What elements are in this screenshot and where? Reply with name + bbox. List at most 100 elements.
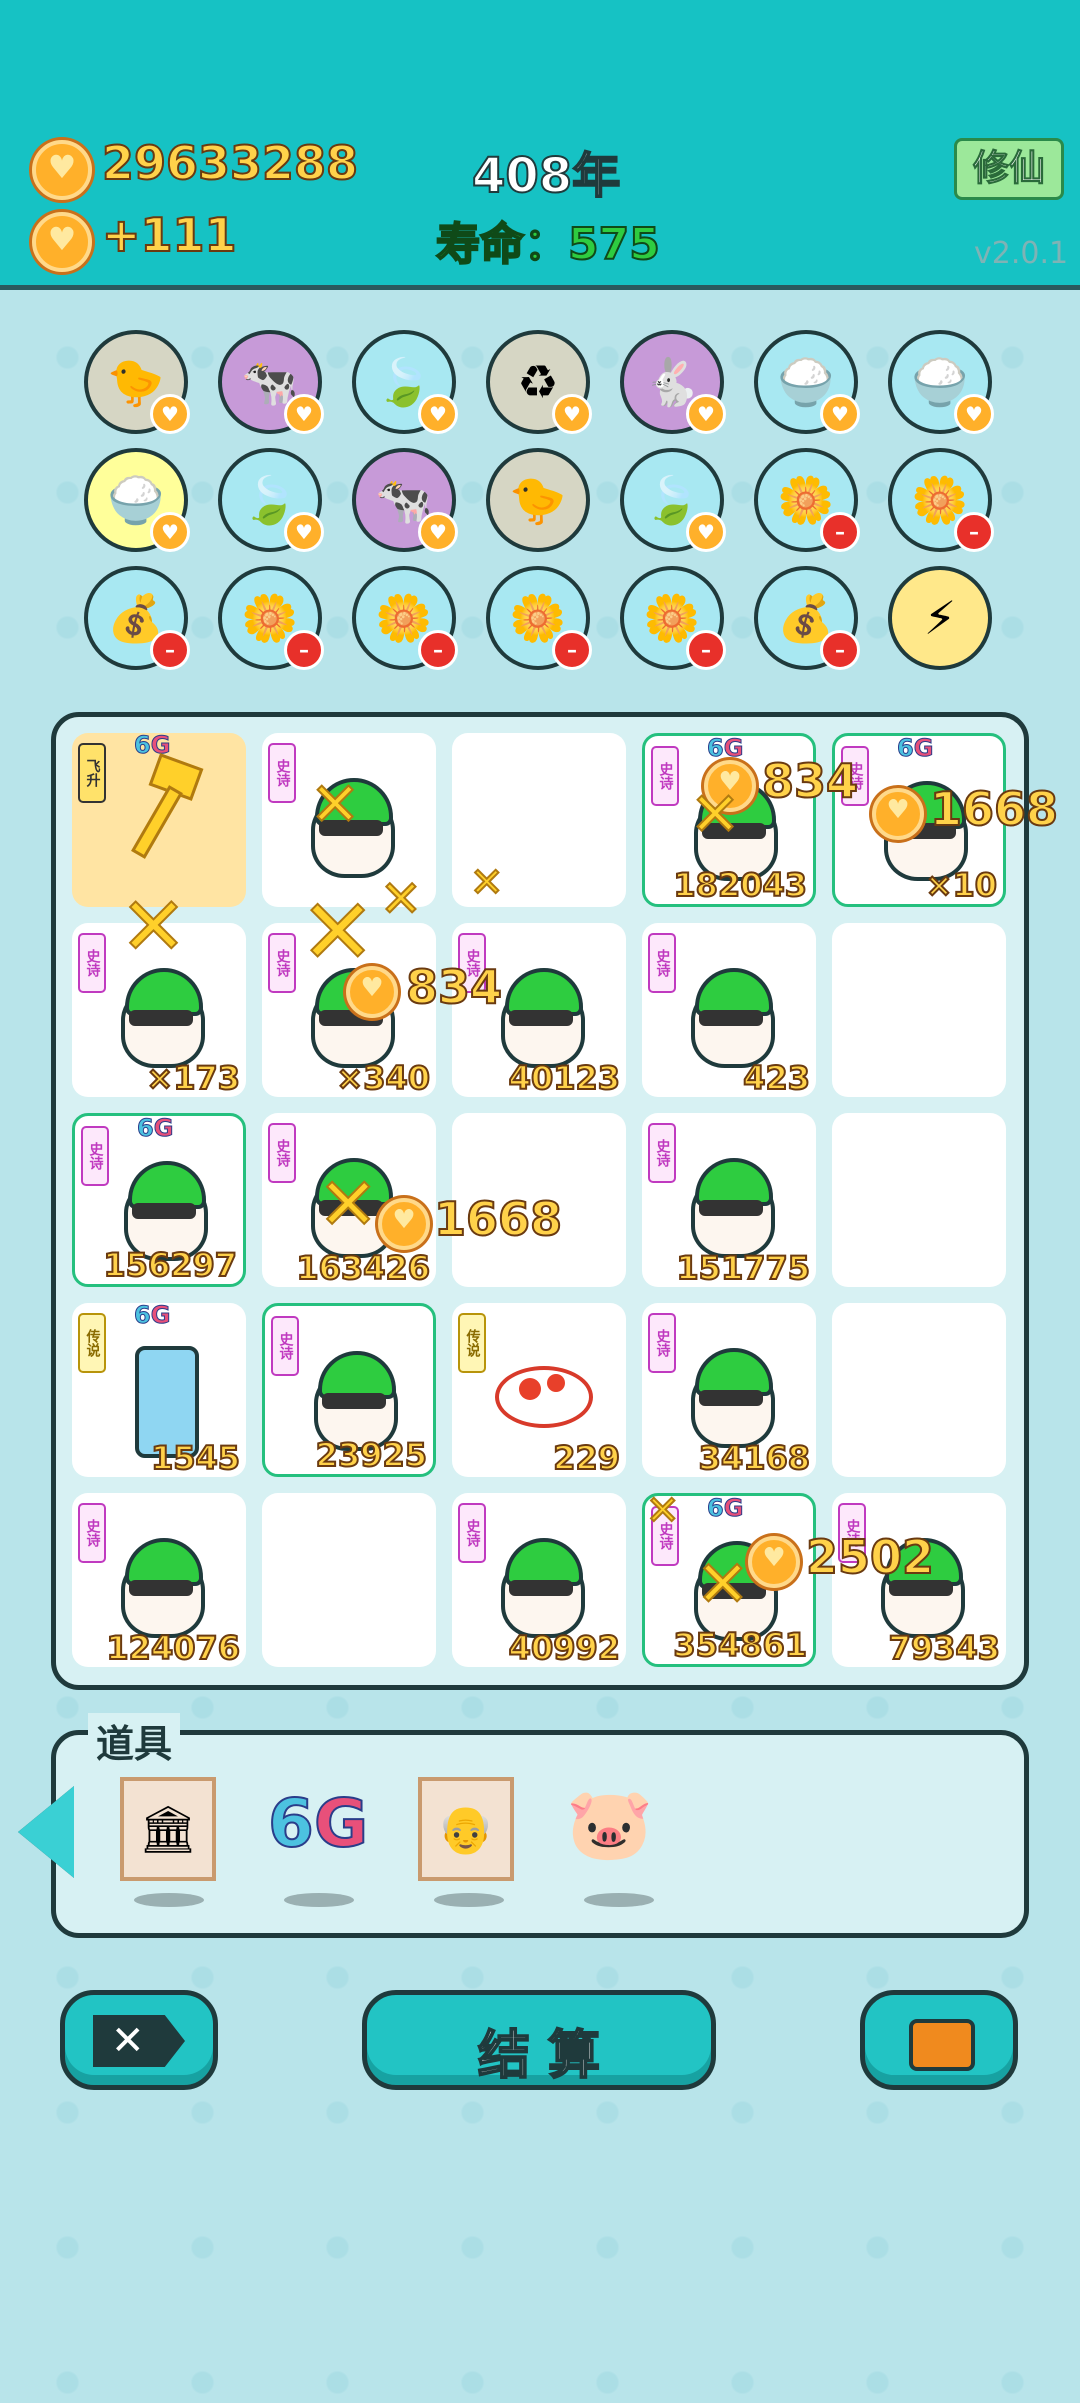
grid-cell[interactable]: 传说 6G 1545 — [72, 1301, 246, 1478]
rarity-tag: 史诗 — [268, 933, 296, 993]
coin-income: +111 — [101, 207, 238, 263]
cows-icon[interactable]: 🐄 ♥ — [352, 448, 458, 552]
float-reward: 834 — [761, 753, 859, 809]
flower-pot-icon[interactable]: 🌼 – — [486, 566, 592, 670]
6g-item[interactable]: 6G — [267, 1784, 369, 1863]
coin-icon — [378, 1198, 430, 1250]
rarity-tag: 传说 — [458, 1313, 486, 1373]
rarity-tag: 史诗 — [651, 746, 679, 806]
rarity-tag: 史诗 — [648, 1313, 676, 1373]
lightning-icon[interactable]: ⚡ — [888, 566, 992, 670]
character-avatar — [679, 958, 779, 1068]
settle-button[interactable]: 结 算 — [362, 1990, 716, 2090]
rarity-tag: 史诗 — [271, 1316, 299, 1376]
money-bag-icon[interactable]: 💰 – — [754, 566, 860, 670]
flower-pot-icon[interactable]: 🌼 – — [218, 566, 324, 670]
elder-portrait-item[interactable]: 👴 — [418, 1777, 514, 1881]
sparkle-effect: ✕ — [689, 779, 741, 851]
empty-grid-cell[interactable] — [262, 1493, 436, 1667]
empty-grid-cell[interactable] — [832, 1113, 1006, 1287]
heart-badge-icon: ♥ — [820, 394, 860, 434]
version-label: v2.0.1 — [974, 236, 1069, 271]
cell-value: 23925 — [315, 1435, 428, 1475]
character-avatar — [489, 958, 589, 1068]
grid-cell[interactable]: 史诗 6G 156297 — [72, 1113, 246, 1287]
props-left-arrow[interactable] — [18, 1786, 74, 1878]
minus-badge-icon: – — [686, 630, 726, 670]
flower-pot-icon[interactable]: 🌼 – — [620, 566, 726, 670]
rarity-tag: 史诗 — [648, 1123, 676, 1183]
6g-badge: 6G — [706, 734, 744, 763]
minus-badge-icon: – — [284, 630, 324, 670]
rarity-tag: 史诗 — [78, 1503, 106, 1563]
grid-cell[interactable]: 史诗 34168 — [642, 1303, 816, 1478]
minus-badge-icon: – — [820, 630, 860, 670]
coin-icon — [872, 788, 924, 840]
cell-value: ×173 — [145, 1058, 241, 1098]
cell-value: 124076 — [105, 1628, 241, 1668]
grid-cell[interactable]: 史诗 124076 — [72, 1493, 246, 1668]
chick-egg-icon[interactable]: 🐤 ♥ — [84, 330, 190, 434]
minus-badge-icon: – — [418, 630, 458, 670]
bag-button[interactable] — [860, 1990, 1018, 2090]
cell-value: 354861 — [672, 1625, 808, 1665]
cell-value: 163426 — [295, 1248, 431, 1288]
heart-badge-icon: ♥ — [418, 512, 458, 552]
minus-badge-icon: – — [954, 512, 994, 552]
rarity-tag: 史诗 — [268, 743, 296, 803]
sparkle-effect: ✕ — [299, 879, 376, 986]
rabbit-icon[interactable]: 🐇 ♥ — [620, 330, 726, 434]
grid-cell[interactable]: 史诗 40992 — [452, 1493, 626, 1668]
briefcase-icon — [909, 2019, 975, 2071]
flower-pot-icon[interactable]: 🌼 – — [352, 566, 458, 670]
cultivation-button[interactable]: 修仙 — [954, 138, 1064, 200]
grid-cell[interactable]: 传说 229 — [452, 1303, 626, 1478]
leaf-icon[interactable]: 🍃 ♥ — [352, 330, 458, 434]
coin-icon — [748, 1536, 800, 1588]
character-avatar — [302, 1341, 402, 1451]
exit-button[interactable]: ✕ — [60, 1990, 218, 2090]
grid-cell[interactable]: 史诗 151775 — [642, 1113, 816, 1288]
piggy-bank-item[interactable]: 🐷 — [566, 1783, 653, 1866]
character-avatar — [489, 1528, 589, 1638]
heart-badge-icon: ♥ — [686, 394, 726, 434]
grid-cell[interactable]: 史诗 23925 — [262, 1303, 436, 1477]
cell-value: 40123 — [508, 1058, 621, 1098]
cell-value: 156297 — [102, 1245, 238, 1285]
cell-value: 79343 — [888, 1628, 1001, 1668]
character-avatar — [679, 1338, 779, 1448]
empty-grid-cell[interactable] — [832, 1303, 1006, 1477]
scroll-frame-item[interactable]: 🏛 — [120, 1777, 216, 1881]
minus-badge-icon: – — [820, 512, 860, 552]
flower-pot-icon[interactable]: 🌼 – — [888, 448, 994, 552]
koi-fish-icon — [489, 1338, 593, 1438]
top-status-bar: 29633288 +111 408年 寿命：575 修仙 v2.0.1 — [0, 0, 1080, 290]
item-shadow — [434, 1893, 504, 1907]
grid-cell[interactable]: 史诗 423 — [642, 923, 816, 1098]
rarity-tag: 传说 — [78, 1313, 106, 1373]
leaf-icon[interactable]: 🍃 ♥ — [218, 448, 324, 552]
character-avatar — [109, 958, 209, 1068]
money-bag-icon[interactable]: 💰 – — [84, 566, 190, 670]
rice-bowl-icon[interactable]: 🍚 ♥ — [754, 330, 860, 434]
heart-badge-icon: ♥ — [954, 394, 994, 434]
fridge-icon — [109, 1338, 209, 1458]
heart-badge-icon: ♥ — [284, 394, 324, 434]
empty-grid-cell[interactable] — [832, 923, 1006, 1097]
character-avatar — [109, 1528, 209, 1638]
chick-egg-icon[interactable]: 🐤 — [486, 448, 590, 552]
rice-bowl-icon[interactable]: 🍚 ♥ — [84, 448, 190, 552]
heart-badge-icon: ♥ — [150, 512, 190, 552]
6g-badge: 6G — [133, 1301, 171, 1330]
cows-icon[interactable]: 🐄 ♥ — [218, 330, 324, 434]
cell-value: 182043 — [672, 865, 808, 905]
rice-bowl-icon[interactable]: 🍚 ♥ — [888, 330, 994, 434]
minus-badge-icon: – — [150, 630, 190, 670]
leaf-icon[interactable]: 🍃 ♥ — [620, 448, 726, 552]
float-reward: 1668 — [929, 781, 1059, 837]
flower-pot-icon[interactable]: 🌼 – — [754, 448, 860, 552]
recycle-icon[interactable]: ♻ ♥ — [486, 330, 592, 434]
6g-badge: 6G — [706, 1494, 744, 1523]
cell-value: 34168 — [698, 1438, 811, 1478]
hammer-icon — [109, 753, 209, 868]
